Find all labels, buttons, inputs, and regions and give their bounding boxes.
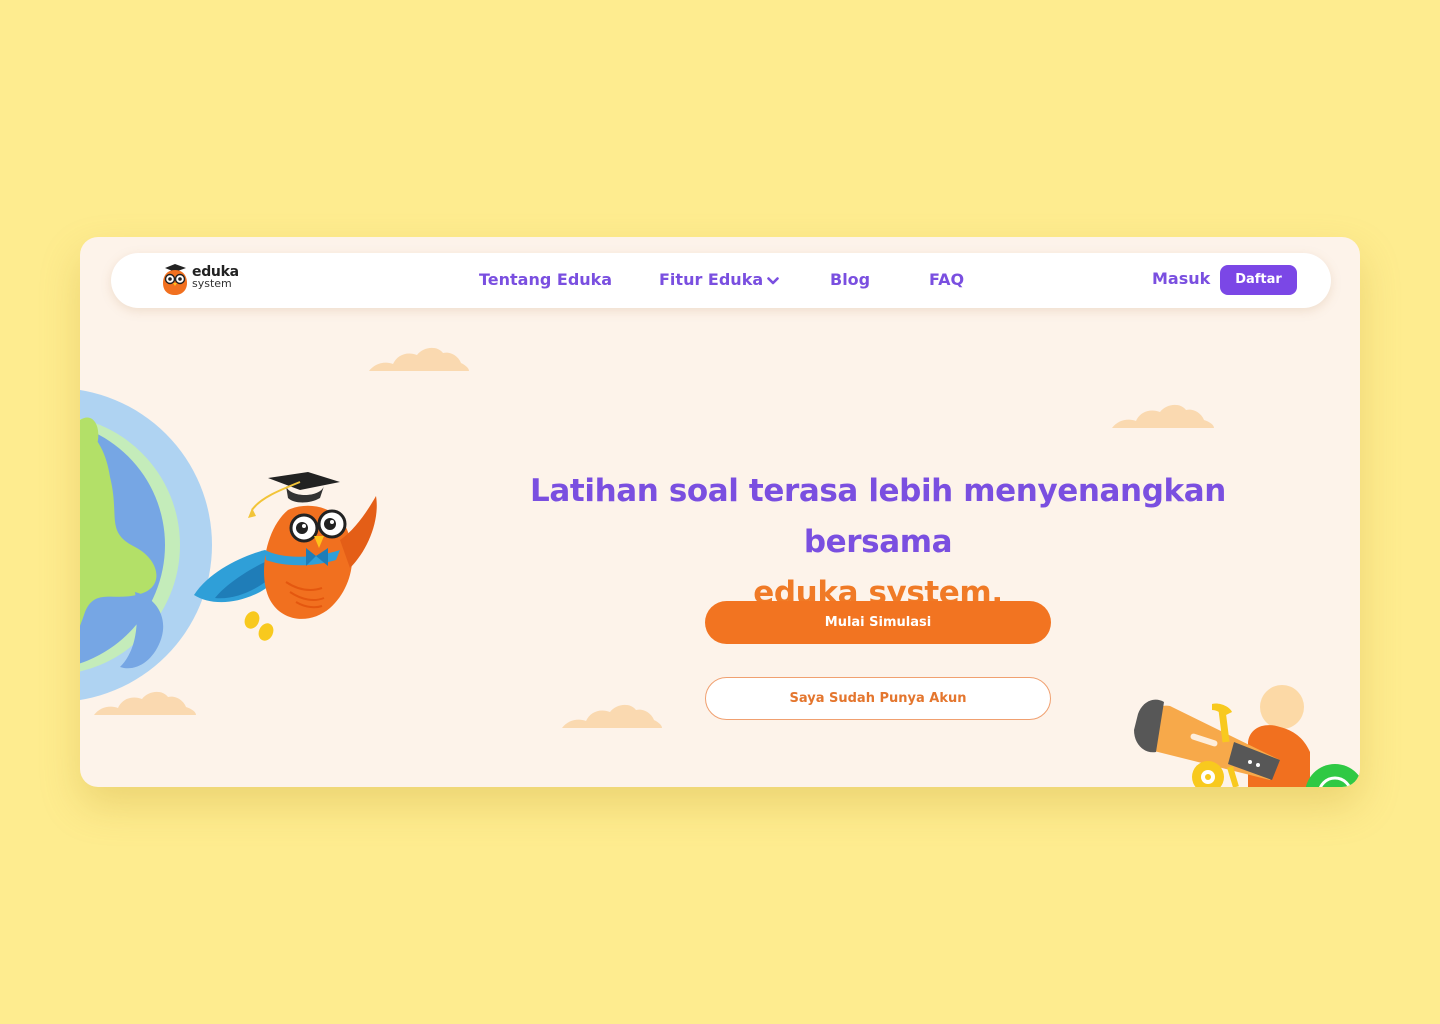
login-link[interactable]: Masuk bbox=[1152, 269, 1210, 288]
hero-headline: Latihan soal terasa lebih menyenangkan b… bbox=[460, 466, 1296, 619]
landing-card: eduka system Tentang Eduka Fitur Eduka B… bbox=[80, 237, 1360, 787]
chevron-down-icon bbox=[767, 276, 779, 284]
owl-mascot-illustration bbox=[194, 472, 377, 641]
nav-link-blog[interactable]: Blog bbox=[830, 270, 870, 289]
nav-link-faq[interactable]: FAQ bbox=[929, 270, 964, 289]
register-button[interactable]: Daftar bbox=[1220, 265, 1297, 295]
have-account-button[interactable]: Saya Sudah Punya Akun bbox=[705, 677, 1051, 720]
navbar: eduka system Tentang Eduka Fitur Eduka B… bbox=[111, 253, 1331, 308]
nav-link-tentang-eduka[interactable]: Tentang Eduka bbox=[479, 270, 612, 289]
whatsapp-chat-button[interactable] bbox=[1305, 764, 1360, 787]
owl-logo-icon bbox=[163, 264, 187, 295]
cloud-decoration bbox=[562, 704, 662, 728]
start-simulation-button[interactable]: Mulai Simulasi bbox=[705, 601, 1051, 644]
hero-headline-part1: Latihan soal terasa lebih menyenangkan b… bbox=[530, 473, 1226, 560]
brand-tagline: system bbox=[192, 277, 232, 290]
whatsapp-icon bbox=[1305, 764, 1360, 787]
cloud-decoration bbox=[1112, 404, 1214, 428]
nav-link-fitur-eduka-label: Fitur Eduka bbox=[659, 270, 764, 289]
nav-link-fitur-eduka[interactable]: Fitur Eduka bbox=[659, 270, 779, 289]
telescope-illustration bbox=[1134, 685, 1310, 787]
brand-logo[interactable]: eduka system bbox=[161, 262, 241, 298]
cloud-decoration bbox=[369, 347, 469, 371]
